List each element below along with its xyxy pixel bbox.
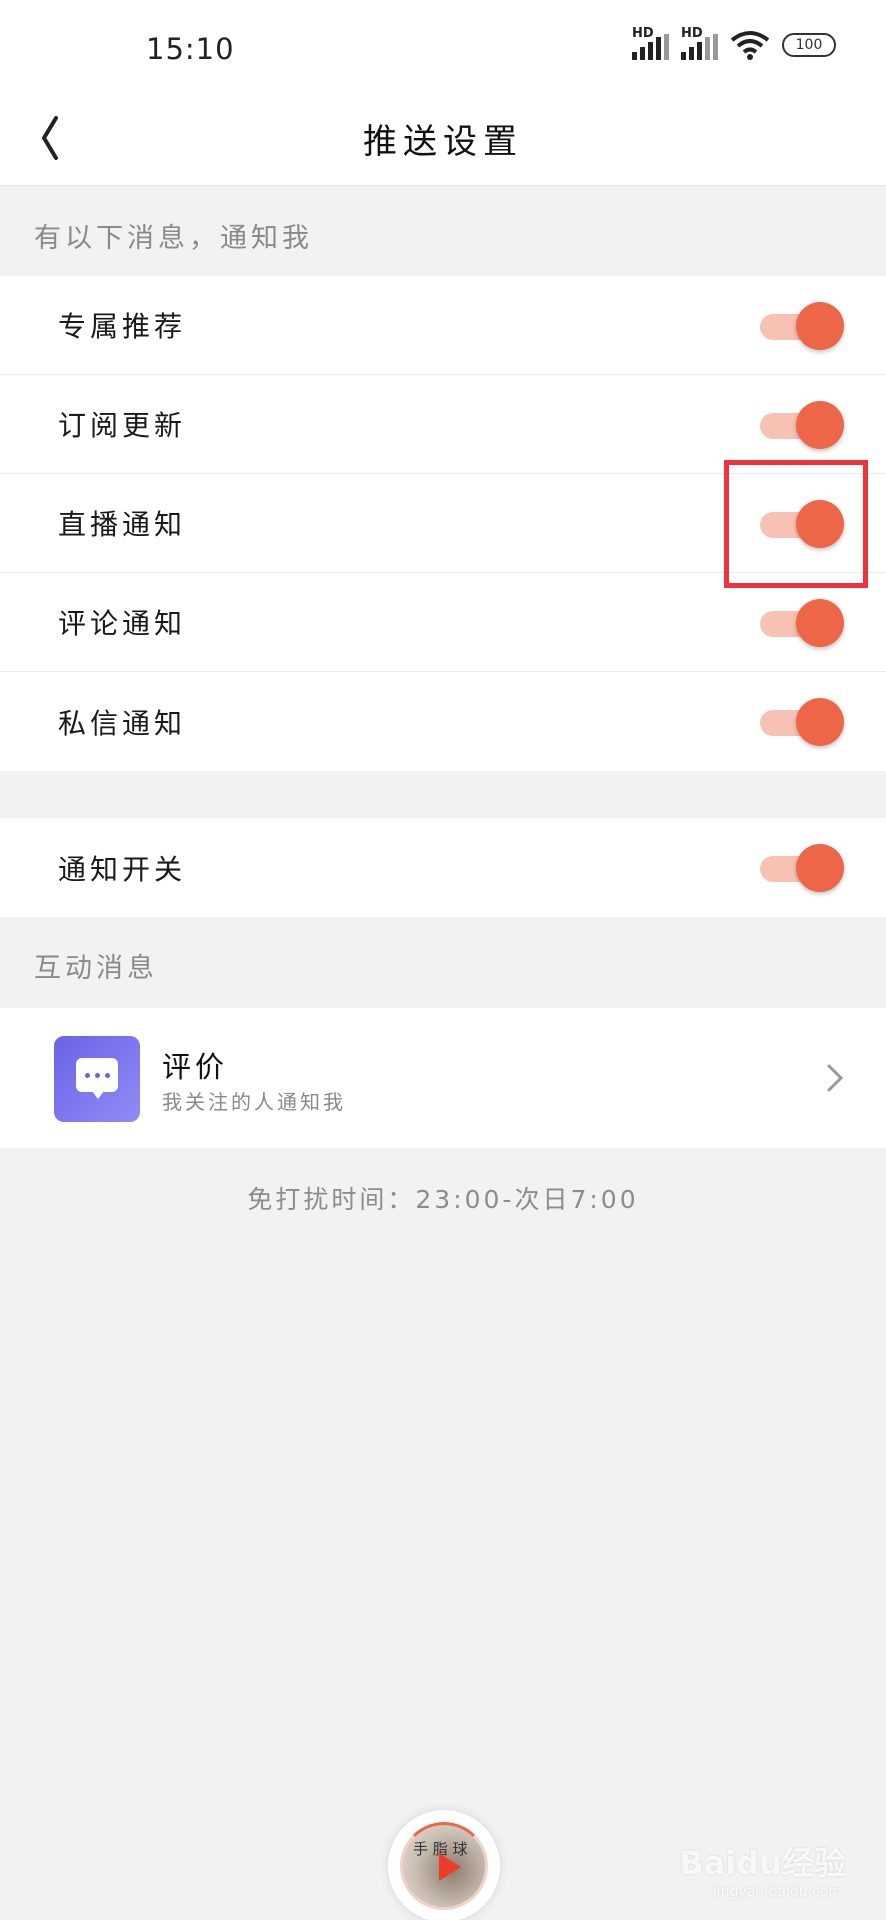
signal-hd-label: HD bbox=[681, 26, 703, 41]
dnd-time-text: 免打扰时间：23:00-次日7:00 bbox=[247, 1185, 639, 1214]
highlight-box bbox=[724, 460, 868, 588]
notify-row-exclusive: 专属推荐 bbox=[0, 276, 886, 375]
chat-bubble-icon bbox=[54, 1036, 140, 1122]
notify-row-private-message: 私信通知 bbox=[0, 672, 886, 771]
row-label: 私信通知 bbox=[58, 706, 187, 740]
watermark-logo: Baidu经验 bbox=[679, 1844, 846, 1882]
rating-title: 评价 bbox=[162, 1050, 229, 1084]
toggle-private-message[interactable] bbox=[760, 696, 844, 748]
toggle-subscription-update[interactable] bbox=[760, 399, 844, 451]
status-time: 15:10 bbox=[146, 32, 235, 66]
row-label: 通知开关 bbox=[58, 852, 187, 886]
toggle-exclusive-recommend[interactable] bbox=[760, 300, 844, 352]
signal-icon: HD bbox=[681, 26, 718, 60]
rating-subtitle: 我关注的人通知我 bbox=[162, 1090, 346, 1114]
signal-icon: HD bbox=[632, 26, 669, 60]
album-cover: 手 脂 球 bbox=[400, 1822, 488, 1910]
mini-player[interactable]: 手 脂 球 bbox=[388, 1810, 500, 1920]
wifi-icon bbox=[730, 31, 770, 60]
play-icon bbox=[439, 1853, 461, 1881]
row-label: 订阅更新 bbox=[58, 409, 187, 442]
master-switch-row: 通知开关 bbox=[0, 818, 886, 917]
row-label: 专属推荐 bbox=[58, 310, 187, 343]
row-label: 评论通知 bbox=[58, 607, 187, 640]
interaction-section-label: 互动消息 bbox=[34, 953, 158, 984]
nav-bar: 推送设置 bbox=[0, 96, 886, 186]
signal-hd-label: HD bbox=[632, 26, 654, 41]
toggle-notification-master[interactable] bbox=[760, 842, 844, 894]
interaction-list: 评价 我关注的人通知我 bbox=[0, 1008, 886, 1148]
page-title: 推送设置 bbox=[363, 122, 523, 162]
row-label: 直播通知 bbox=[58, 508, 187, 541]
battery-icon: 100 bbox=[782, 33, 836, 57]
watermark-url: jingyan.baidu.com bbox=[712, 1884, 842, 1900]
master-switch-list: 通知开关 bbox=[0, 818, 886, 917]
chevron-right-icon bbox=[827, 1064, 844, 1092]
notify-section-label: 有以下消息，通知我 bbox=[34, 223, 313, 254]
status-bar: 15:10 HD HD 100 bbox=[0, 0, 886, 96]
rating-row[interactable]: 评价 我关注的人通知我 bbox=[0, 1008, 886, 1148]
toggle-comment-notification[interactable] bbox=[760, 597, 844, 649]
status-icons: HD HD 100 bbox=[632, 26, 836, 60]
